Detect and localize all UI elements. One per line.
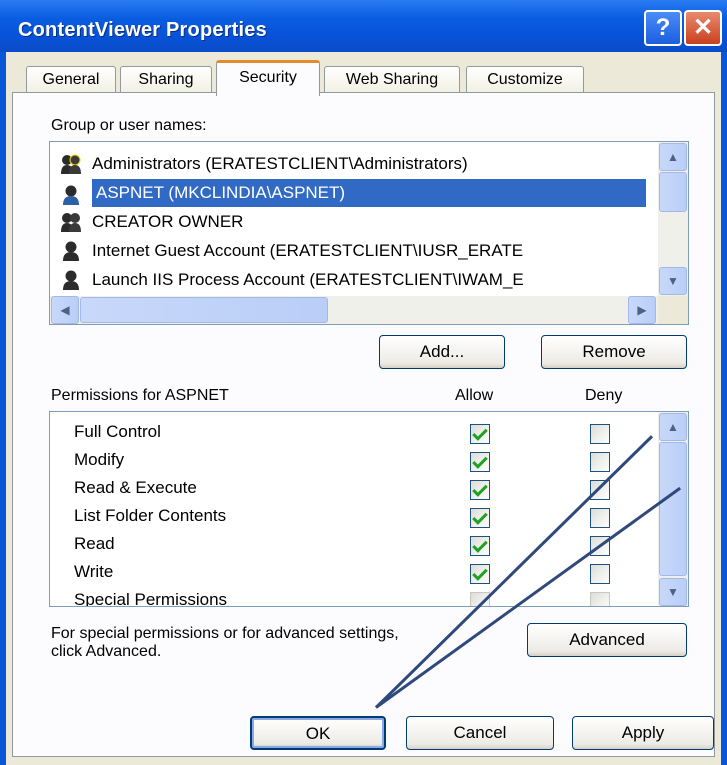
permission-name: Read [74,534,115,553]
user-icon [63,185,79,205]
help-button[interactable]: ? [644,10,682,46]
scroll-thumb[interactable] [659,442,687,576]
deny-list-folder-contents-checkbox[interactable] [590,508,610,528]
allow-read-execute-checkbox[interactable] [470,480,490,500]
scroll-thumb[interactable] [80,297,328,323]
users-horizontal-scrollbar[interactable]: ◀ ▶ [50,296,658,324]
permissions-scrollbar[interactable]: ▲ ▼ [658,412,688,606]
tab-general[interactable]: General [26,66,116,94]
list-item[interactable]: Launch IIS Process Account (ERATESTCLIEN… [60,266,524,294]
group-icon [61,154,81,174]
ok-button[interactable]: OK [250,716,386,750]
deny-full-control-checkbox[interactable] [590,424,610,444]
allow-modify-checkbox[interactable] [470,452,490,472]
deny-write-checkbox[interactable] [590,564,610,584]
users-listbox[interactable]: Administrators (ERATESTCLIENT\Administra… [49,141,689,325]
allow-column-header: Allow [455,387,494,404]
scroll-up-icon[interactable]: ▲ [659,143,687,171]
deny-modify-checkbox[interactable] [590,452,610,472]
user-icon [63,270,79,290]
users-label: Group or user names: [51,117,207,134]
cancel-button[interactable]: Cancel [406,716,554,750]
allow-list-folder-contents-checkbox[interactable] [470,508,490,528]
allow-full-control-checkbox[interactable] [470,424,490,444]
list-item[interactable]: ASPNET (MKCLINDIA\ASPNET) [92,179,646,207]
permission-name: Write [74,562,114,581]
title-bar[interactable]: ContentViewer Properties ? ✕ [0,0,727,52]
scroll-up-icon[interactable]: ▲ [659,413,687,441]
list-item-label: Administrators (ERATESTCLIENT\Administra… [92,154,468,173]
scroll-right-icon[interactable]: ▶ [628,296,656,324]
allow-write-checkbox[interactable] [470,564,490,584]
security-tab-panel: Group or user names: Administrators (ERA… [12,92,715,757]
tab-customize[interactable]: Customize [466,66,584,94]
permission-name: Full Control [74,422,161,441]
permission-name: Special Permissions [74,590,228,607]
add-button[interactable]: Add... [379,335,505,369]
scrollbar-corner [658,296,688,324]
remove-button[interactable]: Remove [541,335,687,369]
list-item-label: Launch IIS Process Account (ERATESTCLIEN… [92,270,524,289]
scroll-left-icon[interactable]: ◀ [51,296,79,324]
tab-sharing[interactable]: Sharing [120,66,212,94]
deny-column-header: Deny [585,387,623,404]
list-item-label: ASPNET (MKCLINDIA\ASPNET) [96,183,346,202]
permissions-title: Permissions for ASPNET [51,387,229,404]
tab-web-sharing[interactable]: Web Sharing [324,66,460,94]
scroll-thumb[interactable] [659,172,687,212]
close-button[interactable]: ✕ [684,10,722,46]
list-item-label: Internet Guest Account (ERATESTCLIENT\IU… [92,241,524,260]
tab-security[interactable]: Security [216,60,320,96]
scroll-down-icon[interactable]: ▼ [659,267,687,295]
advanced-button[interactable]: Advanced [527,623,687,657]
deny-read-execute-checkbox[interactable] [590,480,610,500]
apply-button[interactable]: Apply [572,716,714,750]
list-item[interactable]: CREATOR OWNER [60,208,243,236]
deny-special-permissions-checkbox [590,592,610,606]
permission-name: Modify [74,450,125,469]
allow-read-checkbox[interactable] [470,536,490,556]
list-item[interactable]: Internet Guest Account (ERATESTCLIENT\IU… [60,237,523,265]
permission-name: Read & Execute [74,478,197,497]
advanced-hint-line2: click Advanced. [51,643,162,660]
scroll-down-icon[interactable]: ▼ [659,578,687,606]
dialog-body: General Sharing Security Web Sharing Cus… [6,52,721,765]
list-item-label: CREATOR OWNER [92,212,244,231]
user-icon [63,241,79,261]
permission-name: List Folder Contents [74,506,227,525]
properties-window: ContentViewer Properties ? ✕ General Sha… [0,0,727,765]
advanced-hint-line1: For special permissions or for advanced … [51,625,399,642]
permissions-list: Full Control Modify Read & Execute List … [49,411,689,607]
window-title: ContentViewer Properties [18,19,267,41]
group-icon [61,213,81,232]
users-vertical-scrollbar[interactable]: ▲ ▼ [658,142,688,296]
list-item[interactable]: Administrators (ERATESTCLIENT\Administra… [60,150,468,178]
